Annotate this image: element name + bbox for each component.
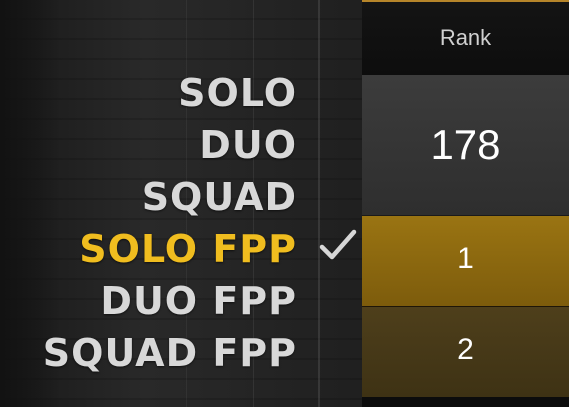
check-icon	[319, 229, 357, 260]
rank-row-second: 2	[362, 307, 569, 397]
mode-item-squad-fpp[interactable]: SQUAD FPP	[43, 327, 297, 379]
rank-row-first: 1	[362, 216, 569, 307]
rank-panel: Rank 178 1 2	[362, 0, 569, 407]
rain-streak	[318, 0, 320, 407]
panel-bottom-edge	[362, 397, 569, 407]
rank-column-header: Rank	[362, 2, 569, 75]
game-mode-menu: SOLO DUO SQUAD SOLO FPP DUO FPP SQUAD FP…	[43, 67, 297, 379]
mode-item-solo[interactable]: SOLO	[43, 67, 297, 119]
rank-row-current: 178	[362, 75, 569, 216]
mode-item-solo-fpp[interactable]: SOLO FPP	[43, 223, 297, 275]
mode-item-duo-fpp[interactable]: DUO FPP	[43, 275, 297, 327]
mode-item-duo[interactable]: DUO	[43, 119, 297, 171]
mode-item-squad[interactable]: SQUAD	[43, 171, 297, 223]
